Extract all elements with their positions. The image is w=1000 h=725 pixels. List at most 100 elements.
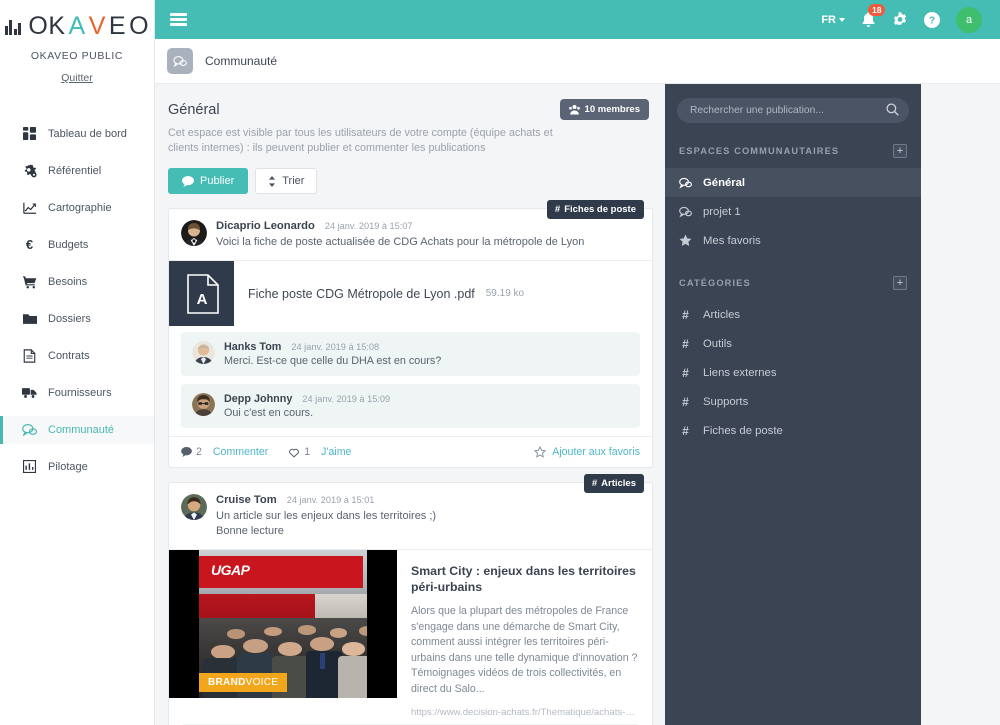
top-bar-actions: FR 18 ? a (821, 3, 982, 33)
post-timestamp: 24 janv. 2019 à 15:07 (324, 221, 413, 231)
category-item-outils[interactable]: # Outils (665, 329, 921, 358)
chat-icon (679, 177, 692, 189)
search-button[interactable] (886, 103, 899, 116)
okaveo-logo: OK A V E O (0, 14, 154, 39)
main-column: FR 18 ? a Communauté Général 10 membres … (155, 0, 1000, 725)
add-space-button[interactable]: + (893, 144, 907, 158)
post-text-line1: Un article sur les enjeux dans les terri… (216, 510, 437, 522)
comment-body: Hanks Tom 24 janv. 2019 à 15:08 Merci. E… (224, 341, 441, 367)
sidebar-item-label: Fournisseurs (48, 386, 112, 399)
post-meta: Dicaprio Leonardo 24 janv. 2019 à 15:07 (216, 220, 640, 232)
quit-link[interactable]: Quitter (61, 72, 93, 84)
left-sidebar: OK A V E O OKAVEO PUBLIC Quitter Tableau de … (0, 0, 155, 725)
members-badge[interactable]: 10 membres (559, 99, 649, 120)
space-item-label: projet 1 (703, 205, 741, 218)
search-input[interactable] (677, 98, 909, 123)
article-title: Smart City : enjeux dans les territoires… (411, 564, 636, 594)
category-item-supports[interactable]: # Supports (665, 387, 921, 416)
category-item-label: Supports (703, 395, 749, 408)
spaces-list: Général projet 1 Mes favoris (665, 168, 921, 255)
brand-block: OK A V E O OKAVEO PUBLIC Quitter (0, 0, 154, 86)
comment-count: 2 (196, 446, 202, 458)
content-row: Général 10 membres Cet espace est visibl… (155, 84, 1000, 725)
sidebar-item-contrats[interactable]: Contrats (0, 342, 154, 370)
publish-button[interactable]: Publier (168, 168, 249, 194)
folder-icon (22, 312, 37, 326)
euro-icon: € (25, 237, 34, 253)
space-item-projet-1[interactable]: projet 1 (665, 197, 921, 226)
post-tag-badge[interactable]: # Fiches de poste (546, 200, 644, 219)
notifications-button[interactable]: 18 (861, 3, 886, 28)
pdf-file-icon: A (169, 261, 234, 326)
comment-author: Depp Johnny (224, 393, 293, 405)
avatar[interactable] (192, 341, 215, 364)
brandvoice-bold: BRAND (208, 677, 246, 688)
post-author: Dicaprio Leonardo (216, 220, 315, 232)
sidebar-item-tableau-de-bord[interactable]: Tableau de bord (0, 120, 154, 148)
comment-link[interactable]: Commenter (213, 446, 268, 458)
comment-item: Hanks Tom 24 janv. 2019 à 15:08 Merci. E… (181, 332, 640, 376)
favorite-action[interactable]: Ajouter aux favoris (534, 446, 640, 458)
breadcrumb-label: Communauté (205, 54, 278, 68)
help-button[interactable]: ? (924, 11, 940, 28)
hash-icon: # (554, 204, 561, 215)
attachment[interactable]: A Fiche poste CDG Métropole de Lyon .pdf… (169, 260, 652, 326)
notification-badge: 18 (868, 3, 886, 16)
sidebar-item-budgets[interactable]: € Budgets (0, 231, 154, 259)
space-item-general[interactable]: Général (665, 168, 921, 197)
avatar[interactable]: a (956, 6, 982, 33)
article-body: Smart City : enjeux dans les territoires… (397, 550, 652, 718)
sidebar-item-communaute[interactable]: Communauté (0, 416, 154, 444)
avatar[interactable] (181, 220, 207, 246)
chart-line-icon (22, 201, 37, 215)
category-item-label: Fiches de poste (703, 424, 783, 437)
star-icon (534, 446, 547, 458)
favorite-link[interactable]: Ajouter aux favoris (552, 446, 640, 458)
post-tag-label: Articles (601, 478, 636, 489)
sidebar-item-pilotage[interactable]: Pilotage (0, 453, 154, 481)
comments-list: Hanks Tom 24 janv. 2019 à 15:08 Merci. E… (169, 326, 652, 428)
star-icon (679, 234, 692, 247)
article-url: https://www.decision-achats.fr/Thematiqu… (411, 707, 638, 718)
category-item-fiches-de-poste[interactable]: # Fiches de poste (665, 416, 921, 445)
breadcrumb: Communauté (155, 39, 1000, 84)
like-link[interactable]: J'aime (321, 446, 351, 458)
sidebar-item-fournisseurs[interactable]: Fournisseurs (0, 379, 154, 407)
sidebar-item-cartographie[interactable]: Cartographie (0, 194, 154, 222)
comment-author: Hanks Tom (224, 341, 282, 353)
publish-label: Publier (200, 175, 235, 187)
sort-label: Trier (282, 175, 305, 187)
article-preview[interactable]: UGAP BRANDVOICE Smart City: enjeux dans… (169, 549, 652, 718)
brandvoice-badge: BRANDVOICE (199, 673, 288, 692)
category-item-liens-externes[interactable]: # Liens externes (665, 358, 921, 387)
avatar[interactable] (181, 494, 207, 520)
settings-button[interactable] (892, 11, 908, 28)
sidebar-item-referentiel[interactable]: Référentiel (0, 157, 154, 185)
category-item-articles[interactable]: # Articles (665, 300, 921, 329)
chat-bubble-solid-icon (182, 175, 194, 187)
comment-timestamp: 24 janv. 2019 à 15:09 (302, 394, 391, 404)
comment-bubble-icon (181, 447, 192, 457)
sidebar-item-besoins[interactable]: Besoins (0, 268, 154, 296)
post-footer: 2 Commenter 1 J'aime Ajouter aux favoris (169, 436, 652, 467)
hamburger-icon[interactable] (170, 13, 187, 26)
avatar[interactable] (192, 393, 215, 416)
post-tag-badge[interactable]: # Articles (583, 474, 644, 493)
sidebar-item-dossiers[interactable]: Dossiers (0, 305, 154, 333)
comment-timestamp: 24 janv. 2019 à 15:08 (291, 342, 380, 352)
post-header: Cruise Tom 24 janv. 2019 à 15:01 Un arti… (169, 483, 652, 549)
app-root: OK A V E O OKAVEO PUBLIC Quitter Tableau de … (0, 0, 1000, 725)
attachment-name: Fiche poste CDG Métropole de Lyon .pdf (248, 286, 475, 301)
language-selector[interactable]: FR (821, 14, 845, 26)
add-category-button[interactable]: + (893, 276, 907, 290)
comment-action[interactable]: 2 Commenter (181, 446, 268, 458)
sort-button[interactable]: Trier (255, 168, 318, 194)
sidebar-item-label: Budgets (48, 238, 89, 251)
members-count-label: 10 membres (584, 104, 640, 115)
section-header-espaces: ESPACES COMMUNAUTAIRES + (677, 144, 909, 158)
truck-icon (22, 386, 37, 399)
like-action[interactable]: 1 J'aime (288, 446, 351, 458)
space-item-mes-favoris[interactable]: Mes favoris (665, 226, 921, 255)
